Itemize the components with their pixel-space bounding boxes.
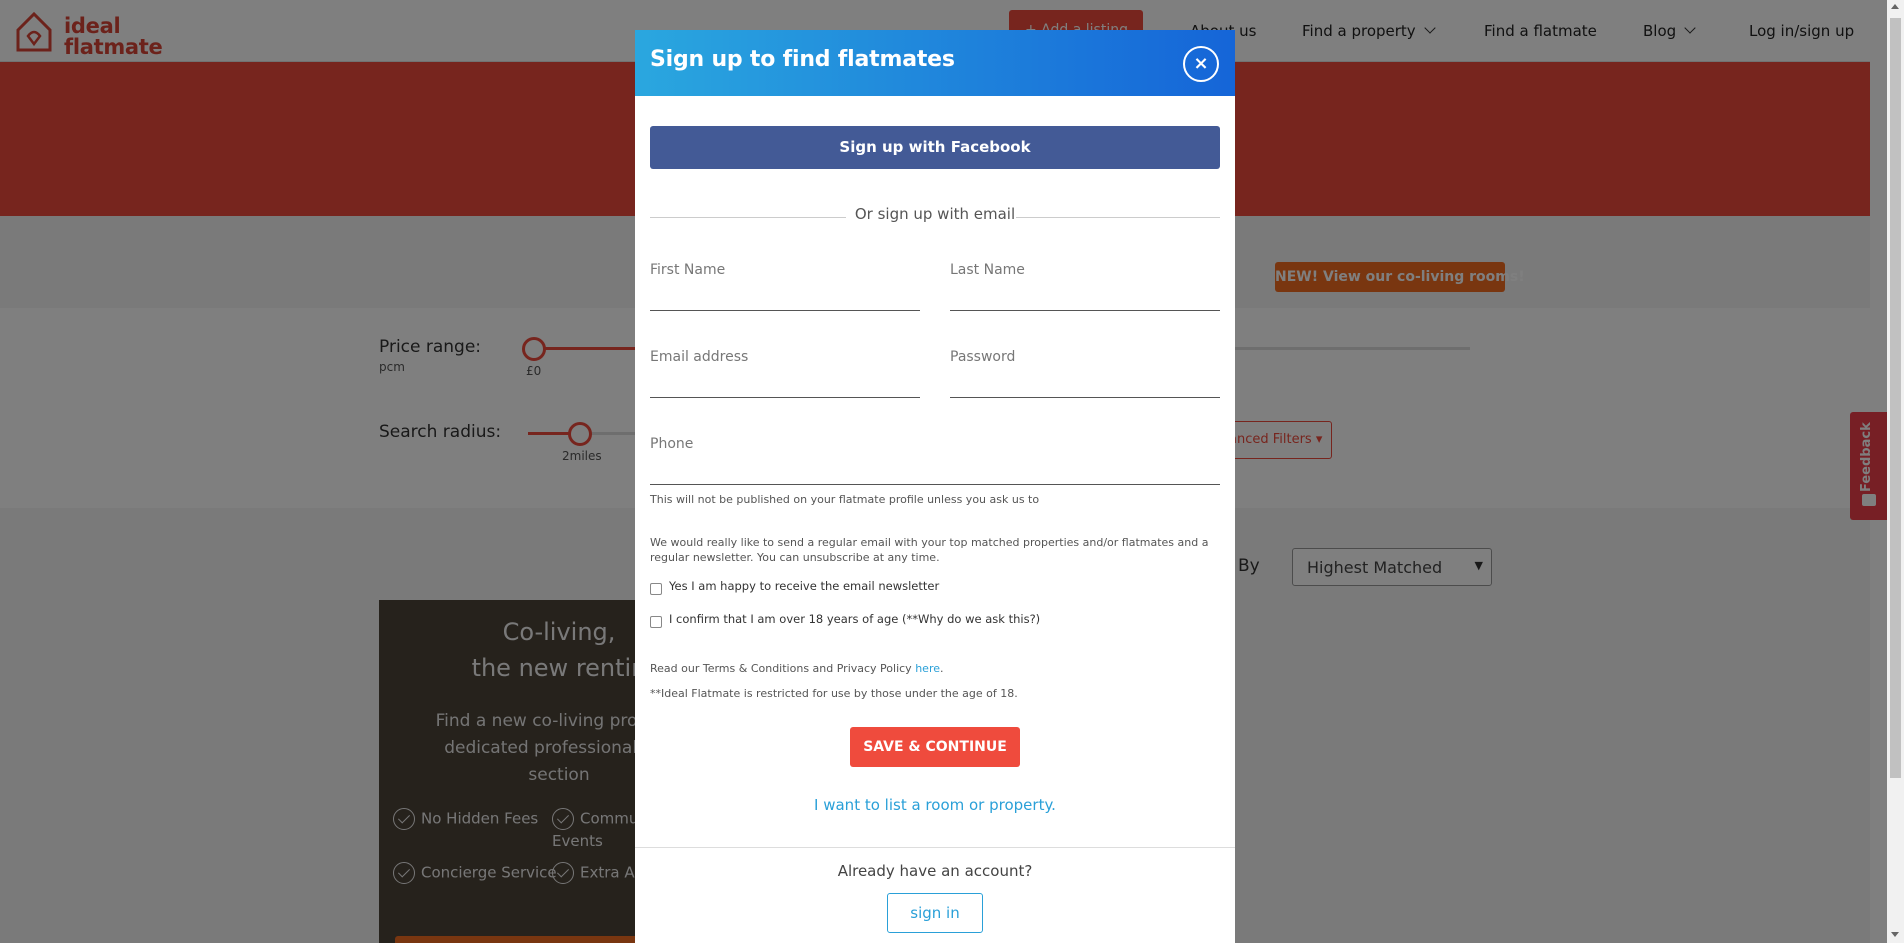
- modal-title: Sign up to find flatmates: [650, 47, 955, 72]
- last-name-label: Last Name: [950, 262, 1025, 278]
- email-note-line1: We would really like to send a regular e…: [650, 536, 1209, 549]
- already-account-text: Already have an account?: [837, 862, 1033, 880]
- signup-modal: Sign up to find flatmates × Sign up with…: [635, 30, 1235, 943]
- restriction-note: **Ideal Flatmate is restricted for use b…: [650, 687, 1018, 700]
- terms-note: Read our Terms & Conditions and Privacy …: [650, 662, 944, 675]
- phone-field[interactable]: [650, 484, 1220, 485]
- phone-note: This will not be published on your flatm…: [650, 493, 1040, 506]
- save-continue-button[interactable]: SAVE & CONTINUE: [850, 727, 1020, 767]
- password-label: Password: [950, 349, 1016, 365]
- scrollbar-thumb[interactable]: [1890, 18, 1901, 778]
- modal-separator: [635, 847, 1235, 848]
- email-field[interactable]: [650, 397, 920, 398]
- newsletter-checkbox[interactable]: [650, 583, 662, 595]
- divider-text: Or sign up with email: [854, 205, 1016, 223]
- modal-header: Sign up to find flatmates ×: [635, 30, 1235, 96]
- sign-in-button[interactable]: sign in: [887, 893, 983, 933]
- phone-label: Phone: [650, 436, 694, 452]
- age-confirm-checkbox[interactable]: [650, 616, 662, 628]
- close-icon[interactable]: ×: [1183, 46, 1219, 82]
- facebook-signup-button[interactable]: Sign up with Facebook: [650, 126, 1220, 169]
- first-name-field[interactable]: [650, 310, 920, 311]
- scroll-down-icon[interactable]: [1891, 932, 1899, 937]
- email-note-line2: regular newsletter. You can unsubscribe …: [650, 551, 940, 564]
- page-scrollbar[interactable]: [1887, 0, 1904, 943]
- list-property-link[interactable]: I want to list a room or property.: [635, 796, 1235, 814]
- email-label: Email address: [650, 349, 749, 365]
- scroll-up-icon[interactable]: [1891, 4, 1899, 9]
- terms-link[interactable]: here: [915, 662, 940, 675]
- password-field[interactable]: [950, 397, 1220, 398]
- newsletter-checkbox-label[interactable]: Yes I am happy to receive the email news…: [669, 579, 939, 593]
- age-confirm-checkbox-label[interactable]: I confirm that I am over 18 years of age…: [669, 612, 1040, 626]
- first-name-label: First Name: [650, 262, 726, 278]
- last-name-field[interactable]: [950, 310, 1220, 311]
